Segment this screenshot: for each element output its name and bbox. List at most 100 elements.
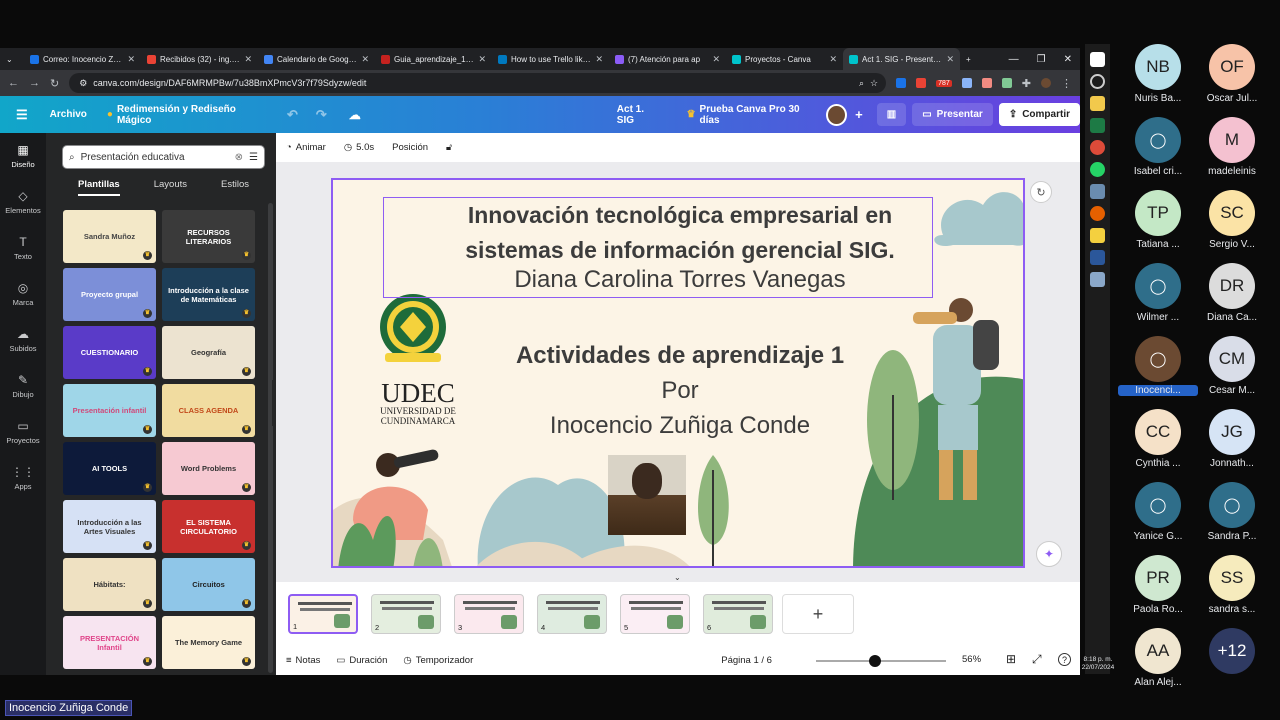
rail-item-diseño[interactable]: ▦ Diseño (0, 133, 46, 179)
rail-item-elementos[interactable]: ◇ Elementos (0, 179, 46, 225)
close-tab-icon[interactable]: ✕ (595, 54, 603, 65)
page-indicator[interactable]: Página 1 / 6 (721, 655, 772, 666)
page-thumbnail[interactable]: 4 (537, 594, 607, 634)
template-thumbnail[interactable]: EL SISTEMA CIRCULATORIO ♛ (162, 500, 255, 553)
participant-tile[interactable]: PR Paola Ro... (1118, 555, 1198, 625)
template-thumbnail[interactable]: AI TOOLS ♛ (63, 442, 156, 495)
zoom-icon[interactable]: ⌕ (859, 78, 864, 89)
app-icon[interactable] (1090, 184, 1105, 199)
close-tab-icon[interactable]: ✕ (361, 54, 369, 65)
template-thumbnail[interactable]: Geografía ♛ (162, 326, 255, 379)
posicion-button[interactable]: Posición (392, 142, 428, 153)
participant-tile[interactable]: +12 (1192, 628, 1272, 698)
slide-title[interactable]: Innovación tecnológica empresarial en si… (355, 198, 1005, 268)
participant-tile[interactable]: ◯ Isabel cri... (1118, 117, 1198, 187)
profile-avatar[interactable] (1041, 78, 1051, 88)
participant-tile[interactable]: ◯ Yanice G... (1118, 482, 1198, 552)
tab-layouts[interactable]: Layouts (154, 179, 187, 196)
participant-tile[interactable]: SS sandra s... (1192, 555, 1272, 625)
slide-author[interactable]: Diana Carolina Torres Vanegas (355, 266, 1005, 294)
browser-tab[interactable]: Act 1. SIG - Presentació ✕ (843, 48, 960, 70)
tab-list-button[interactable]: ⌄ (0, 48, 24, 70)
template-thumbnail[interactable]: CUESTIONARIO ♛ (63, 326, 156, 379)
participant-tile[interactable]: CM Cesar M... (1192, 336, 1272, 406)
close-window-icon[interactable]: ✕ (1064, 54, 1072, 65)
reload-icon[interactable]: ↻ (50, 77, 59, 90)
word-icon[interactable] (1090, 250, 1105, 265)
search-icon[interactable] (1090, 74, 1105, 89)
template-thumbnail[interactable]: Introducción a la clase de Matemáticas ♛ (162, 268, 255, 321)
template-thumbnail[interactable]: Word Problems ♛ (162, 442, 255, 495)
zoom-slider-handle[interactable] (869, 655, 881, 667)
slide-activity[interactable]: Actividades de aprendizaje 1 (355, 342, 1005, 370)
help-icon[interactable]: ? (1058, 653, 1071, 666)
hide-pages-chevron-icon[interactable]: ⌄ (674, 573, 681, 582)
magic-sparkle-icon[interactable]: ✦ (1036, 541, 1062, 567)
add-collaborator-icon[interactable]: + (855, 107, 863, 122)
add-page-button[interactable]: + (782, 594, 854, 634)
participant-tile[interactable]: Mmadeleinis (1192, 117, 1272, 187)
zoom-percent[interactable]: 56% (962, 654, 981, 665)
participant-tile[interactable]: ◯ Sandra P... (1192, 482, 1272, 552)
rail-item-subidos[interactable]: ☁ Subidos (0, 317, 46, 363)
forward-icon[interactable]: → (29, 77, 40, 89)
browser-tab[interactable]: (7) Atención para ap ✕ (609, 48, 726, 70)
tab-estilos[interactable]: Estilos (221, 179, 249, 196)
notas-button[interactable]: ≡ Notas (286, 655, 320, 666)
search-input[interactable]: Presentación educativa (81, 152, 229, 163)
cloud-save-icon[interactable]: ☁ (349, 108, 361, 122)
close-tab-icon[interactable]: ✕ (946, 54, 954, 65)
extension-icon[interactable] (981, 78, 992, 88)
participant-tile[interactable]: NB Nuris Ba... (1118, 44, 1198, 114)
close-tab-icon[interactable]: ✕ (127, 54, 135, 65)
template-thumbnail[interactable]: PRESENTACIÓN Infantil ♛ (63, 616, 156, 669)
sticky-notes-icon[interactable] (1090, 228, 1105, 243)
template-thumbnail[interactable]: Circuitos ♛ (162, 558, 255, 611)
app-icon[interactable] (1090, 272, 1105, 287)
browser-tab[interactable]: Proyectos - Canva ✕ (726, 48, 843, 70)
user-avatar[interactable] (826, 103, 848, 126)
participant-tile[interactable]: CC Cynthia ... (1118, 409, 1198, 479)
presentar-button[interactable]: ▭ Presentar (912, 103, 993, 126)
whatsapp-icon[interactable] (1090, 162, 1105, 177)
windows-start-icon[interactable] (1090, 52, 1105, 67)
participant-tile[interactable]: SC Sergio V... (1192, 190, 1272, 260)
extension-icon[interactable] (896, 78, 907, 88)
excel-icon[interactable] (1090, 118, 1105, 133)
magic-resize-button[interactable]: ● Redimensión y Rediseño Mágico (107, 104, 261, 126)
participant-tile[interactable]: ◯ Inocenci... (1118, 336, 1198, 406)
browser-tab[interactable]: Guia_aprendizaje_1.pdf ✕ (375, 48, 492, 70)
template-thumbnail[interactable]: Proyecto grupal ♛ (63, 268, 156, 321)
participant-tile[interactable]: TP Tatiana ... (1118, 190, 1198, 260)
browser-tab[interactable]: Calendario de Google - ✕ (258, 48, 375, 70)
extension-icon[interactable] (1001, 78, 1012, 88)
close-tab-icon[interactable]: ✕ (712, 54, 720, 65)
compartir-button[interactable]: ⇪ Compartir (998, 103, 1080, 126)
rail-item-marca[interactable]: ◎ Marca (0, 271, 46, 317)
page-thumbnail[interactable]: 2 (371, 594, 441, 634)
temporizador-button[interactable]: ◷ Temporizador (403, 655, 473, 666)
minimize-icon[interactable]: — (1009, 54, 1019, 65)
bookmark-star-icon[interactable]: ☆ (870, 78, 878, 89)
doc-title[interactable]: Act 1. SIG (617, 104, 661, 126)
zoom-slider-track[interactable] (816, 660, 946, 662)
template-thumbnail[interactable]: CLASS AGENDA ♛ (162, 384, 255, 437)
slide-canvas[interactable]: Innovación tecnológica empresarial en si… (331, 178, 1025, 568)
participant-tile[interactable]: DR Diana Ca... (1192, 263, 1272, 333)
archivo-menu[interactable]: Archivo (50, 109, 87, 120)
participant-tile[interactable]: OF Oscar Jul... (1192, 44, 1272, 114)
undo-icon[interactable]: ↶ (287, 107, 298, 123)
panel-scrollbar[interactable] (268, 203, 273, 673)
rail-item-apps[interactable]: ⋮⋮ Apps (0, 455, 46, 501)
hamburger-menu-icon[interactable]: ☰ (16, 107, 28, 123)
browser-menu-icon[interactable]: ⋮ (1061, 77, 1072, 90)
browser-tab[interactable]: Correo: Inocencio Zuñiga ✕ (24, 48, 141, 70)
analytics-button[interactable]: ▥ (876, 103, 907, 126)
participant-tile[interactable]: AA Alan Alej... (1118, 628, 1198, 698)
template-thumbnail[interactable]: Sandra Muñoz ♛ (63, 210, 156, 263)
clear-search-icon[interactable]: ⊗ (235, 152, 243, 163)
extensions-puzzle-icon[interactable]: ✚ (1022, 77, 1031, 90)
tab-plantillas[interactable]: Plantillas (78, 179, 120, 196)
udec-logo[interactable]: UDEC UNIVERSIDAD DE CUNDINAMARCA (373, 380, 463, 427)
url-field[interactable]: ⚙ canva.com/design/DAF6MRMPBw/7u38BmXPmc… (69, 73, 887, 93)
